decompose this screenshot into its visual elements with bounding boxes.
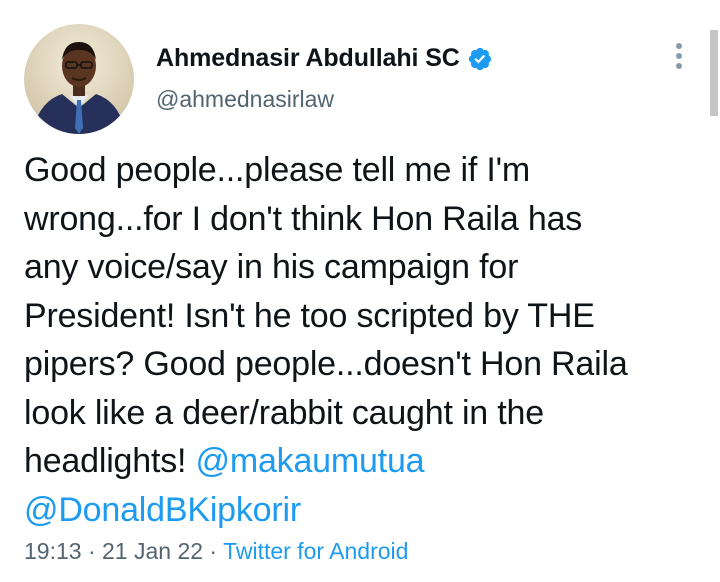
tweet-text-line-mentions: @DonaldBKipkorir (24, 486, 714, 535)
tweet-meta: 19:13 · 21 Jan 22 · Twitter for Android (24, 538, 408, 565)
tweet-text-line-last: headlights! @makaumutua (24, 437, 714, 486)
tweet-time[interactable]: 19:13 (24, 538, 82, 564)
tweet-date[interactable]: 21 Jan 22 (102, 538, 203, 564)
display-name[interactable]: Ahmednasir Abdullahi SC (156, 44, 460, 73)
tweet-text-line: President! Isn't he too scripted by THE (24, 296, 595, 335)
user-handle[interactable]: @ahmednasirlaw (156, 86, 334, 113)
meta-separator: · (203, 538, 224, 564)
tweet-text-line: any voice/say in his campaign for (24, 248, 519, 286)
scrollbar[interactable] (710, 30, 718, 116)
more-vertical-icon[interactable] (667, 40, 691, 74)
tweet-card: Ahmednasir Abdullahi SC @ahmednasirlaw G… (0, 0, 720, 582)
avatar[interactable] (24, 24, 134, 134)
meta-separator: · (81, 538, 103, 564)
tweet-text-line: pipers? Good people...doesn't Hon Raila (24, 345, 628, 383)
verified-badge-icon (467, 46, 493, 72)
tweet-text-fragment: headlights! (24, 442, 196, 480)
tweet-text-line: look like a deer/rabbit caught in the (24, 393, 544, 432)
mention-link[interactable]: @DonaldBKipkorir (24, 491, 301, 529)
author-row: Ahmednasir Abdullahi SC (156, 44, 493, 73)
tweet-text: Good people...please tell me if I'm wron… (24, 146, 714, 534)
mention-link[interactable]: @makaumutua (196, 442, 425, 480)
tweet-text-line: Good people...please tell me if I'm (24, 151, 530, 189)
tweet-source-link[interactable]: Twitter for Android (223, 538, 408, 564)
tweet-text-line: wrong...for I don't think Hon Raila has (24, 199, 583, 238)
